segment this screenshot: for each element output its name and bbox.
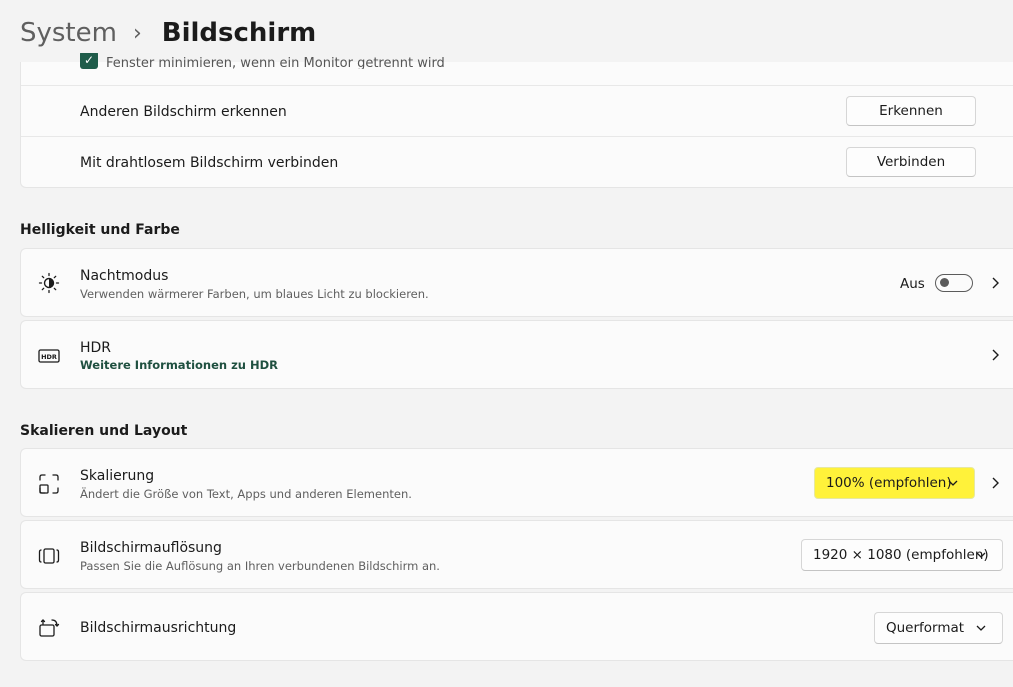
- hdr-label: HDR: [80, 340, 112, 356]
- wireless-display-label: Mit drahtlosem Bildschirm verbinden: [80, 155, 339, 171]
- checkbox-checked-icon[interactable]: ✓: [80, 53, 98, 69]
- section-title-brightness: Helligkeit und Farbe: [20, 222, 180, 238]
- resolution-label: Bildschirmauflösung: [80, 540, 222, 556]
- chevron-down-icon: [948, 480, 958, 486]
- night-mode-label: Nachtmodus: [80, 268, 169, 284]
- hdr-card[interactable]: HDR HDR Weitere Informationen zu HDR: [20, 320, 1013, 389]
- divider: [21, 85, 1013, 86]
- scaling-description: Ändert die Größe von Text, Apps und ande…: [80, 487, 412, 501]
- orientation-value: Querformat: [886, 620, 965, 636]
- hdr-icon: HDR: [38, 349, 60, 363]
- multi-display-card: ✓ Fenster minimieren, wenn ein Monitor g…: [20, 53, 1013, 188]
- chevron-down-icon: [976, 625, 986, 631]
- connect-button[interactable]: Verbinden: [846, 147, 976, 177]
- scaling-value: 100% (empfohlen): [826, 475, 952, 491]
- breadcrumb: System › Bildschirm: [20, 16, 316, 50]
- toggle-knob: [940, 278, 949, 287]
- night-mode-toggle[interactable]: [935, 274, 973, 292]
- scale-icon: [39, 474, 59, 494]
- resolution-value: 1920 × 1080 (empfohlen): [813, 547, 989, 563]
- resolution-description: Passen Sie die Auflösung an Ihren verbun…: [80, 559, 440, 573]
- night-light-icon: [38, 272, 60, 294]
- hdr-info-link[interactable]: Weitere Informationen zu HDR: [80, 358, 278, 372]
- resolution-dropdown[interactable]: 1920 × 1080 (empfohlen): [801, 539, 1003, 571]
- chevron-right-icon: [992, 277, 999, 289]
- orientation-icon: [39, 619, 60, 637]
- breadcrumb-separator: ›: [132, 20, 142, 46]
- breadcrumb-system[interactable]: System: [20, 18, 117, 48]
- chevron-down-icon: [976, 552, 986, 558]
- orientation-dropdown[interactable]: Querformat: [874, 612, 1003, 644]
- scaling-card[interactable]: Skalierung Ändert die Größe von Text, Ap…: [20, 448, 1013, 517]
- scaling-label: Skalierung: [80, 468, 155, 484]
- detect-display-label: Anderen Bildschirm erkennen: [80, 104, 287, 120]
- divider: [21, 136, 1013, 137]
- page-title: Bildschirm: [161, 18, 317, 48]
- minimize-windows-label: Fenster minimieren, wenn ein Monitor get…: [106, 56, 445, 69]
- chevron-right-icon: [992, 349, 999, 361]
- hdr-icon-text: HDR: [41, 353, 57, 361]
- minimize-windows-option[interactable]: ✓ Fenster minimieren, wenn ein Monitor g…: [80, 53, 445, 69]
- orientation-label: Bildschirmausrichtung: [80, 620, 237, 636]
- night-mode-description: Verwenden wärmerer Farben, um blaues Lic…: [80, 287, 429, 301]
- scaling-dropdown[interactable]: 100% (empfohlen): [814, 467, 975, 499]
- chevron-right-icon: [992, 477, 999, 489]
- resolution-icon: [38, 548, 60, 564]
- orientation-card: Bildschirmausrichtung Querformat: [20, 592, 1013, 661]
- night-mode-state: Aus: [900, 276, 925, 292]
- resolution-card: Bildschirmauflösung Passen Sie die Auflö…: [20, 520, 1013, 589]
- night-mode-card[interactable]: Nachtmodus Verwenden wärmerer Farben, um…: [20, 248, 1013, 317]
- section-title-layout: Skalieren und Layout: [20, 423, 188, 439]
- detect-button[interactable]: Erkennen: [846, 96, 976, 126]
